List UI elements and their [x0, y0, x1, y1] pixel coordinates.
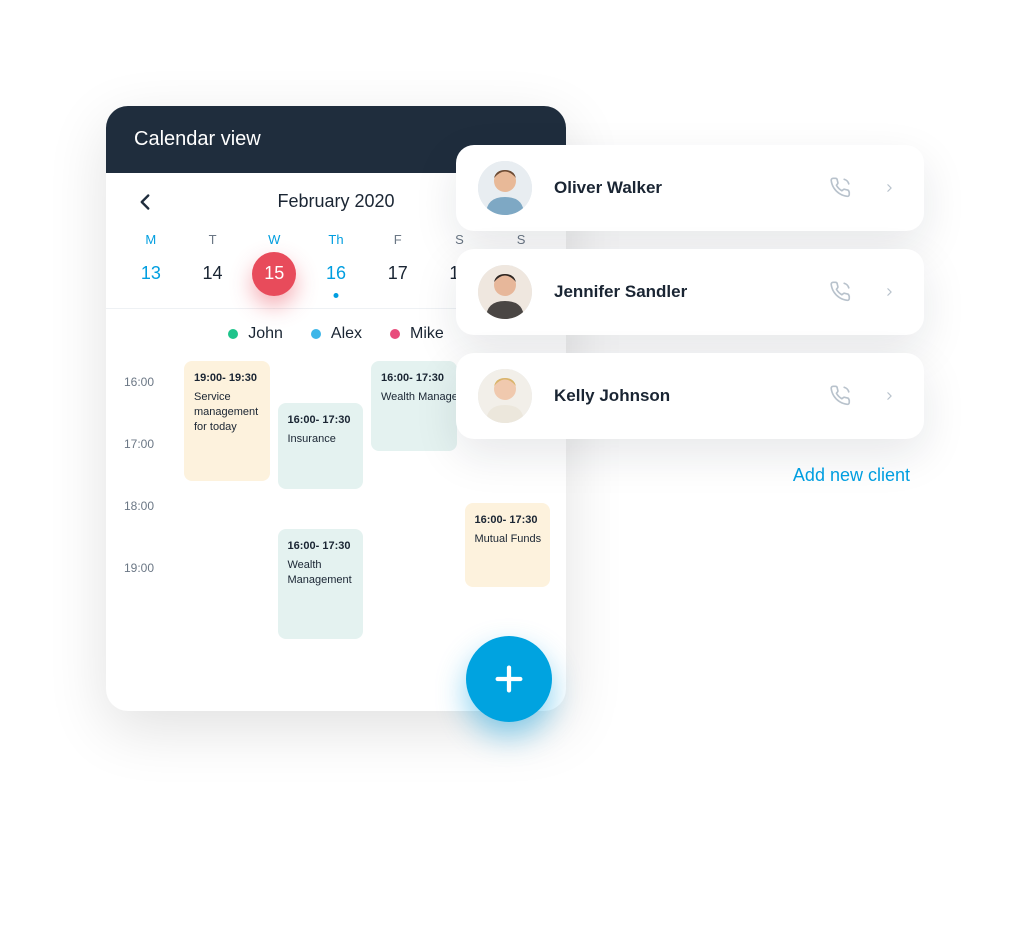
- legend-label: John: [248, 325, 283, 343]
- event-time: 16:00- 17:30: [288, 539, 354, 554]
- calendar-event[interactable]: 16:00- 17:30 Mutual Funds: [465, 503, 551, 587]
- prev-month-button[interactable]: [132, 189, 158, 215]
- calendar-event[interactable]: 16:00- 17:30 Insurance: [278, 403, 364, 489]
- add-new-client-link[interactable]: Add new client: [456, 457, 924, 486]
- weekday-label: T: [182, 226, 244, 253]
- legend-label: Alex: [331, 325, 362, 343]
- client-name: Jennifer Sandler: [554, 282, 806, 302]
- avatar: [478, 369, 532, 423]
- client-card[interactable]: Kelly Johnson: [456, 353, 924, 439]
- legend-label: Mike: [410, 325, 444, 343]
- client-name: Kelly Johnson: [554, 386, 806, 406]
- event-title: Insurance: [288, 433, 336, 445]
- time-label: 17:00: [124, 437, 172, 499]
- chevron-right-icon[interactable]: [876, 279, 902, 305]
- calendar-event[interactable]: 16:00- 17:30Wealth Management: [371, 361, 457, 451]
- time-label: 18:00: [124, 499, 172, 561]
- date-cell[interactable]: 14: [182, 253, 244, 294]
- add-button[interactable]: [466, 636, 552, 722]
- phone-icon[interactable]: [828, 279, 854, 305]
- event-title: Wealth Management: [288, 559, 352, 586]
- legend-dot: [228, 329, 238, 339]
- chevron-right-icon[interactable]: [876, 175, 902, 201]
- weekday-label: F: [367, 226, 429, 253]
- month-label: February 2020: [277, 191, 394, 212]
- plus-icon: [492, 662, 526, 696]
- time-label: 16:00: [124, 375, 172, 437]
- date-indicator-dot: [333, 293, 338, 298]
- legend-dot: [390, 329, 400, 339]
- date-cell[interactable]: 15: [243, 264, 305, 284]
- avatar-placeholder-icon: [478, 161, 532, 215]
- legend-item: Mike: [390, 325, 444, 343]
- event-time: 16:00- 17:30: [381, 371, 447, 386]
- event-time: 16:00- 17:30: [475, 513, 541, 528]
- client-card[interactable]: Jennifer Sandler: [456, 249, 924, 335]
- avatar: [478, 265, 532, 319]
- avatar: [478, 161, 532, 215]
- selected-date-pill[interactable]: 15: [252, 252, 296, 296]
- schedule-col: 19:00- 19:30 Service management for today: [184, 361, 270, 671]
- client-name: Oliver Walker: [554, 178, 806, 198]
- phone-icon[interactable]: [828, 175, 854, 201]
- date-cell[interactable]: 13: [120, 253, 182, 294]
- date-cell[interactable]: 17: [367, 253, 429, 294]
- client-card[interactable]: Oliver Walker: [456, 145, 924, 231]
- weekday-label: Th: [305, 226, 367, 253]
- legend-item: John: [228, 325, 283, 343]
- avatar-placeholder-icon: [478, 369, 532, 423]
- chevron-right-icon[interactable]: [876, 383, 902, 409]
- phone-icon[interactable]: [828, 383, 854, 409]
- event-title: Mutual Funds: [475, 533, 542, 545]
- time-label: 19:00: [124, 561, 172, 623]
- event-time: 16:00- 17:30: [288, 413, 354, 428]
- event-title: Service management for today: [194, 391, 258, 433]
- legend-dot: [311, 329, 321, 339]
- event-time: 19:00- 19:30: [194, 371, 260, 386]
- date-cell[interactable]: 16: [305, 253, 367, 294]
- calendar-event[interactable]: 19:00- 19:30 Service management for today: [184, 361, 270, 481]
- weekday-label: W: [243, 226, 305, 253]
- avatar-placeholder-icon: [478, 265, 532, 319]
- chevron-left-icon: [132, 189, 158, 215]
- legend-item: Alex: [311, 325, 362, 343]
- schedule-col: 16:00- 17:30 Insurance 16:00- 17:30 Wealth …: [278, 361, 364, 671]
- client-list: Oliver Walker Jennifer Sandler Kelly Joh…: [456, 145, 924, 486]
- calendar-event[interactable]: 16:00- 17:30 Wealth Management: [278, 529, 364, 639]
- weekday-label: M: [120, 226, 182, 253]
- schedule-col: 16:00- 17:30Wealth Management: [371, 361, 457, 671]
- time-column: 16:0017:0018:0019:00: [124, 375, 172, 623]
